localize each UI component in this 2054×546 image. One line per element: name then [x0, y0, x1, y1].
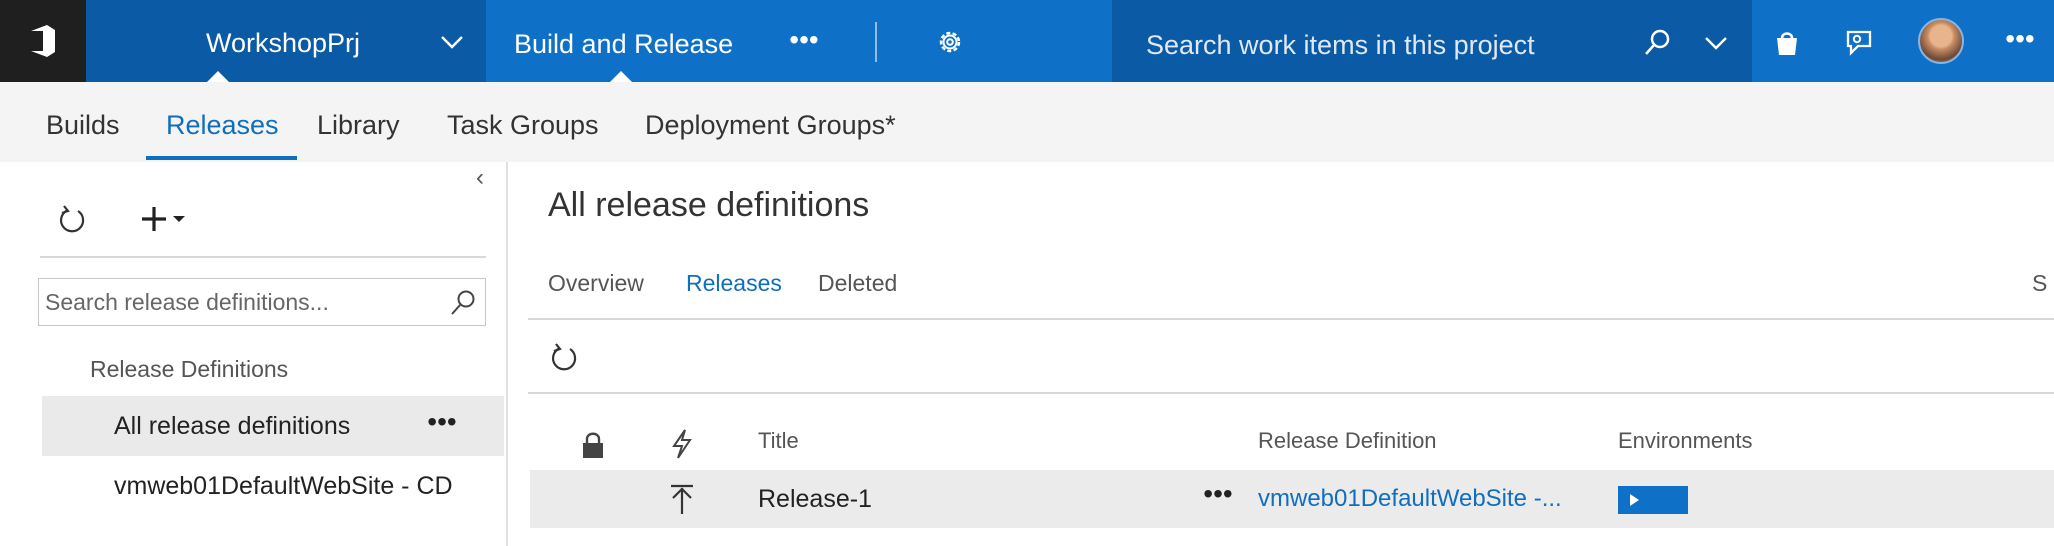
gear-icon[interactable] [934, 26, 966, 58]
top-header: WorkshopPrj Build and Release ••• Search… [0, 0, 2054, 82]
tab-task-groups[interactable]: Task Groups [447, 82, 599, 162]
avatar[interactable] [1918, 18, 1964, 64]
table-row[interactable]: Release-1 ••• vmweb01DefaultWebSite -... [530, 470, 2054, 528]
column-header-title[interactable]: Title [758, 428, 799, 454]
release-title[interactable]: Release-1 [758, 470, 872, 528]
definition-search-input[interactable] [45, 279, 435, 325]
divider [40, 256, 486, 258]
environment-status-badge[interactable] [1618, 486, 1688, 514]
search-input[interactable]: Search work items in this project [1146, 0, 1535, 90]
tab-releases[interactable]: Releases [166, 82, 279, 162]
add-definition-button[interactable] [138, 198, 198, 238]
project-pointer [207, 71, 229, 82]
definition-item-vmweb01[interactable]: vmweb01DefaultWebSite - CD [42, 456, 504, 516]
hub-more-icon[interactable]: ••• [786, 26, 822, 57]
definition-search-box [38, 278, 486, 326]
tab-releases-list[interactable]: Releases [686, 270, 782, 297]
more-icon[interactable]: ••• [422, 408, 462, 440]
hub-pointer [610, 71, 632, 82]
more-icon[interactable]: ••• [1198, 480, 1238, 512]
vsts-logo-icon[interactable] [0, 0, 86, 82]
truncated-action-label[interactable]: S [2032, 270, 2047, 297]
tab-deployment-groups[interactable]: Deployment Groups* [645, 82, 896, 162]
app-root: WorkshopPrj Build and Release ••• Search… [0, 0, 2054, 546]
project-name: WorkshopPrj [206, 28, 361, 58]
play-icon [1630, 494, 1639, 506]
divider [528, 318, 2054, 320]
active-tab-indicator [146, 156, 297, 160]
release-definitions-heading: Release Definitions [90, 356, 289, 382]
more-icon[interactable]: ••• [1995, 25, 2045, 56]
tab-overview[interactable]: Overview [548, 270, 644, 297]
shopping-bag-icon[interactable] [1770, 26, 1804, 60]
divider [528, 392, 2054, 394]
search-icon[interactable] [449, 289, 477, 317]
lightning-icon [672, 429, 692, 459]
lock-icon [583, 432, 603, 458]
column-header-release-definition[interactable]: Release Definition [1258, 428, 1437, 454]
project-selector[interactable]: WorkshopPrj [86, 0, 486, 82]
refresh-icon[interactable] [54, 202, 90, 238]
search-icon[interactable] [1642, 28, 1672, 58]
feedback-icon[interactable] [1842, 26, 1876, 60]
hub-selector: Build and Release ••• [486, 0, 1112, 82]
release-definition-link[interactable]: vmweb01DefaultWebSite -... [1258, 470, 1562, 528]
sub-navigation: Builds Releases Library Task Groups Depl… [0, 82, 2054, 162]
collapse-panel-icon[interactable]: ‹ [476, 166, 496, 190]
refresh-icon[interactable] [546, 340, 582, 376]
tab-library[interactable]: Library [317, 82, 400, 162]
definition-item-label: All release definitions [114, 412, 351, 440]
deploy-upload-icon [671, 484, 693, 514]
chevron-down-icon [441, 36, 463, 49]
chevron-down-icon[interactable] [1702, 30, 1730, 56]
tab-builds[interactable]: Builds [46, 82, 120, 162]
column-header-environments[interactable]: Environments [1618, 428, 1753, 454]
divider [875, 22, 877, 62]
tab-deleted[interactable]: Deleted [818, 270, 897, 297]
work-item-search[interactable]: Search work items in this project [1112, 0, 1752, 82]
definition-item-label: vmweb01DefaultWebSite - CD [114, 472, 453, 500]
definition-item-all[interactable]: All release definitions ••• [42, 396, 504, 456]
page-title: All release definitions [548, 186, 870, 224]
